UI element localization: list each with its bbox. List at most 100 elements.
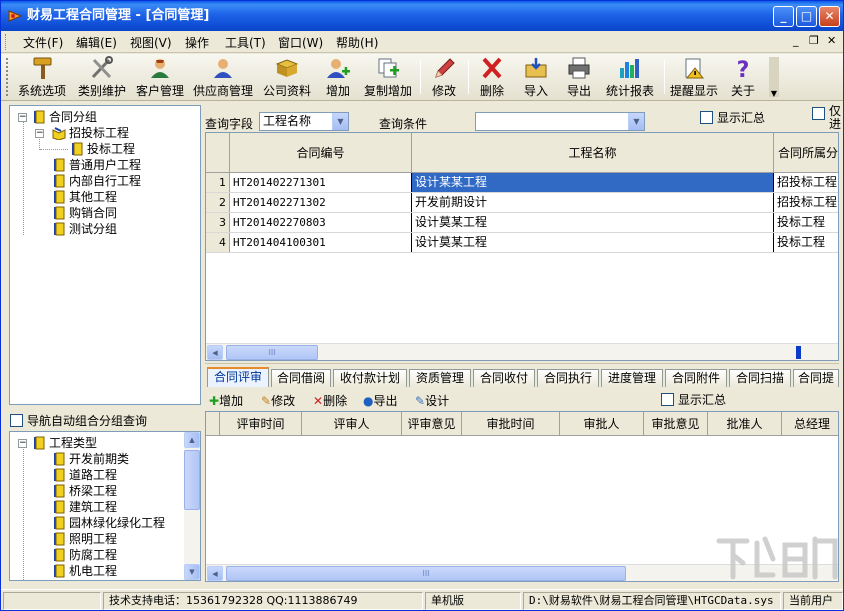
delete-button[interactable]: 删除: [473, 56, 511, 100]
column-header[interactable]: 批准人: [708, 412, 782, 436]
collapse-toggle[interactable]: −: [35, 129, 44, 138]
tab-contract-review[interactable]: 合同评审: [207, 367, 269, 387]
grid-horizontal-scrollbar[interactable]: ◀ III: [206, 343, 838, 360]
title-bar[interactable]: 财易工程合同管理 - [合同管理] _ □ ✕: [1, 1, 843, 31]
tree-node[interactable]: 开发前期类: [52, 451, 129, 467]
mdi-close-icon[interactable]: ✕: [827, 34, 836, 47]
tree-node[interactable]: 机电工程: [52, 563, 117, 579]
dropdown-arrow-icon[interactable]: ▼: [628, 113, 644, 130]
splitter[interactable]: [205, 363, 839, 366]
category-maintain-button[interactable]: 类别维护: [74, 56, 130, 100]
toolbar-overflow-button[interactable]: ▼: [769, 57, 779, 98]
tree-node[interactable]: 园林绿化绿化工程: [52, 515, 165, 531]
column-header[interactable]: 评审时间: [220, 412, 302, 436]
nav-auto-combine-checkbox[interactable]: 导航自动组合分组查询: [10, 412, 147, 429]
tree-node[interactable]: 普通用户工程: [52, 157, 141, 173]
query-field-select[interactable]: 工程名称 ▼: [259, 112, 349, 131]
checkbox-box[interactable]: [661, 393, 674, 406]
column-header[interactable]: 审批人: [560, 412, 644, 436]
detail-show-summary-checkbox[interactable]: 显示汇总: [661, 391, 726, 408]
tree-node[interactable]: 照明工程: [52, 531, 117, 547]
column-header[interactable]: 合同所属分: [774, 133, 838, 173]
menu-operate[interactable]: 操作: [185, 34, 209, 51]
scroll-thumb[interactable]: [184, 450, 200, 510]
maximize-button[interactable]: □: [796, 6, 817, 27]
scroll-up-icon[interactable]: ▲: [184, 432, 200, 448]
tree-node[interactable]: 建筑工程: [52, 499, 117, 515]
scroll-left-icon[interactable]: ◀: [207, 345, 223, 360]
tab-scan[interactable]: 合同扫描: [729, 369, 791, 387]
column-header[interactable]: 审批意见: [644, 412, 708, 436]
menu-view[interactable]: 视图(V): [130, 34, 172, 51]
only-checkbox[interactable]: 仅 进: [812, 105, 842, 131]
tab-contract-payment[interactable]: 合同收付: [473, 369, 535, 387]
tree-node-selected[interactable]: 投标工程: [70, 141, 135, 157]
column-header[interactable]: 工程名称: [412, 133, 774, 173]
tree-node[interactable]: 其他工程: [52, 189, 117, 205]
table-row[interactable]: 1 HT201402271301 设计某某工程 招投标工程: [206, 173, 838, 193]
detail-design-button[interactable]: ✎设计: [415, 392, 449, 409]
tab-payment-plan[interactable]: 收付款计划: [333, 369, 407, 387]
table-row[interactable]: 3 HT201402270803 设计莫某工程 投标工程: [206, 213, 838, 233]
edit-button[interactable]: 修改: [425, 56, 463, 100]
system-options-button[interactable]: 系统选项: [13, 56, 71, 100]
copy-add-button[interactable]: 复制增加: [362, 56, 414, 100]
supplier-manage-button[interactable]: 供应商管理: [190, 56, 256, 100]
tree-vertical-scrollbar[interactable]: ▲ ▼: [184, 432, 200, 580]
menu-tools[interactable]: 工具(T): [225, 34, 266, 51]
tree-node[interactable]: 道路工程: [52, 467, 117, 483]
collapse-toggle[interactable]: −: [18, 439, 27, 448]
column-header[interactable]: 审批时间: [462, 412, 560, 436]
dropdown-arrow-icon[interactable]: ▼: [332, 113, 348, 130]
close-button[interactable]: ✕: [819, 6, 840, 27]
statistics-report-button[interactable]: 统计报表: [602, 56, 658, 100]
scroll-thumb[interactable]: III: [226, 345, 318, 360]
about-button[interactable]: ? 关于: [724, 56, 762, 100]
menu-help[interactable]: 帮助(H): [336, 34, 378, 51]
collapse-toggle[interactable]: −: [18, 113, 27, 122]
query-condition-select[interactable]: ▼: [475, 112, 645, 131]
tree-node[interactable]: 内部自行工程: [52, 173, 141, 189]
column-header[interactable]: 评审意见: [402, 412, 462, 436]
column-header[interactable]: 评审人: [302, 412, 402, 436]
tree-node[interactable]: 防腐工程: [52, 547, 117, 563]
tab-attachments[interactable]: 合同附件: [665, 369, 727, 387]
column-header[interactable]: 总经理: [782, 412, 838, 436]
tab-contract-borrow[interactable]: 合同借阅: [271, 369, 331, 387]
tree-node[interactable]: 购销合同: [52, 205, 117, 221]
checkbox-box[interactable]: [812, 107, 825, 120]
table-row[interactable]: 2 HT201402271302 开发前期设计 招投标工程: [206, 193, 838, 213]
minimize-button[interactable]: _: [773, 6, 794, 27]
menu-window[interactable]: 窗口(W): [278, 34, 323, 51]
menu-file[interactable]: 文件(F): [23, 34, 63, 51]
customer-manage-button[interactable]: 客户管理: [132, 56, 188, 100]
show-summary-checkbox[interactable]: 显示汇总: [700, 109, 765, 126]
mdi-minimize-icon[interactable]: _: [793, 34, 799, 47]
detail-export-button[interactable]: ●导出: [363, 392, 398, 409]
tab-progress[interactable]: 进度管理: [601, 369, 663, 387]
tree-node[interactable]: 合同分组: [32, 109, 97, 125]
import-button[interactable]: 导入: [517, 56, 555, 100]
add-button[interactable]: 增加: [319, 56, 357, 100]
checkbox-box[interactable]: [10, 414, 23, 427]
mdi-restore-icon[interactable]: ❐: [809, 34, 819, 47]
reminder-button[interactable]: 提醒显示: [668, 56, 720, 100]
tree-node[interactable]: 桥梁工程: [52, 483, 117, 499]
tab-contract-execution[interactable]: 合同执行: [537, 369, 599, 387]
tree-node[interactable]: 测试分组: [52, 221, 117, 237]
scroll-left-icon[interactable]: ◀: [207, 566, 223, 581]
tree-node[interactable]: 工程类型: [32, 435, 97, 451]
tab-qualification[interactable]: 资质管理: [409, 369, 471, 387]
detail-delete-button[interactable]: ✕删除: [313, 392, 347, 409]
tree-node[interactable]: 招投标工程: [52, 125, 129, 141]
tab-more[interactable]: 合同提: [793, 369, 839, 387]
detail-edit-button[interactable]: ✎修改: [261, 392, 295, 409]
table-row[interactable]: 4 HT201404100301 设计莫某工程 投标工程: [206, 233, 838, 253]
company-info-button[interactable]: 公司资料: [259, 56, 315, 100]
scroll-down-icon[interactable]: ▼: [184, 564, 200, 580]
scroll-thumb[interactable]: III: [226, 566, 626, 581]
column-header[interactable]: 合同编号: [230, 133, 412, 173]
checkbox-box[interactable]: [700, 111, 713, 124]
export-button[interactable]: 导出: [560, 56, 598, 100]
menu-edit[interactable]: 编辑(E): [76, 34, 117, 51]
